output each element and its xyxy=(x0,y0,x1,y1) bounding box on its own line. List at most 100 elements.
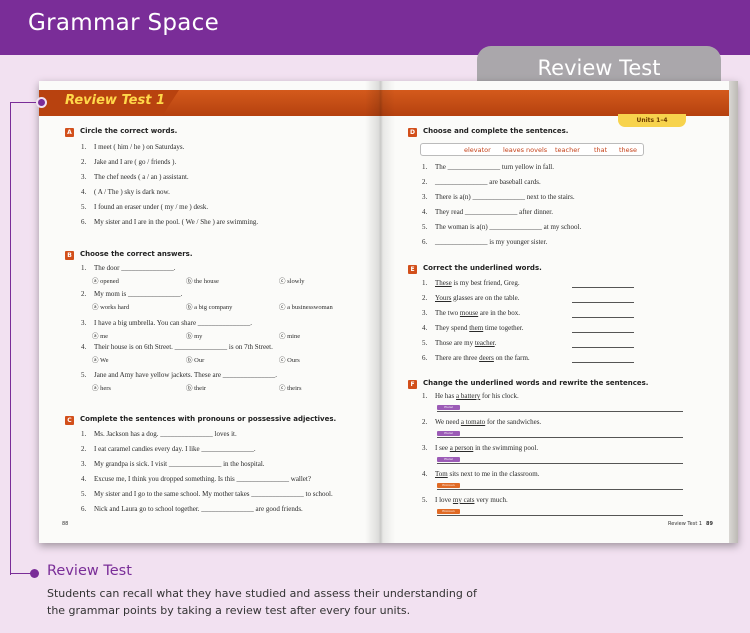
question-number: 4. xyxy=(81,188,87,196)
answer-option: ⓒ slowly xyxy=(279,278,305,285)
text-before: I love xyxy=(435,496,453,504)
text-after: on the farm. xyxy=(493,354,530,362)
answer-line xyxy=(572,302,634,303)
section-letter: A xyxy=(65,128,74,137)
question-number: 3. xyxy=(422,444,428,452)
question-number: 5. xyxy=(422,339,428,347)
connector-dot-top xyxy=(36,97,47,108)
section-letter: D xyxy=(408,128,417,137)
rewrite-line xyxy=(437,411,683,412)
answer-option: ⓑ a big company xyxy=(186,304,233,311)
question-number: 4. xyxy=(422,208,428,216)
question-item: 2. Jake and I are ( go / friends ). xyxy=(81,158,176,166)
question-item: 3. The chef needs ( a / an ) assistant. xyxy=(81,173,189,181)
question-text: There is a(n) _______________ next to th… xyxy=(435,193,575,201)
section-heading: F Change the underlined words and rewrite… xyxy=(408,379,648,389)
section-title: Choose the correct answers. xyxy=(80,250,193,258)
question-item: 6. Nick and Laura go to school together. … xyxy=(81,505,303,513)
right-page-number: 89 xyxy=(706,521,713,527)
rewrite-line xyxy=(437,515,683,516)
question-number: 2. xyxy=(81,445,87,453)
left-page: Review Test 1 A Circle the correct words.… xyxy=(39,81,380,543)
text-before: I see xyxy=(435,444,450,452)
question-item: 4. ( A / The ) sky is dark now. xyxy=(81,188,170,196)
question-text: I have a big umbrella. You can share ___… xyxy=(94,319,253,327)
section-title: Change the underlined words and rewrite … xyxy=(423,379,649,387)
underlined-word: teacher xyxy=(474,339,495,347)
connector-line xyxy=(10,102,41,575)
question-item: 5. Jane and Amy have yellow jackets. Thes… xyxy=(81,371,277,379)
question-text: The door _______________. xyxy=(94,264,176,272)
answer-line xyxy=(572,287,634,288)
question-item: 1. He has a battery for his clock. xyxy=(422,392,519,400)
question-text: They read _______________ after dinner. xyxy=(435,208,553,216)
underlined-word: Yours xyxy=(435,294,452,302)
question-text: ( A / The ) sky is dark now. xyxy=(94,188,170,196)
text-before: They spend xyxy=(435,324,470,332)
answer-option: ⓐ me xyxy=(92,333,109,340)
text-after: . xyxy=(494,339,497,347)
question-number: 6. xyxy=(422,238,428,246)
question-number: 1. xyxy=(422,163,428,171)
answer-option: ⓐ works hard xyxy=(92,304,130,311)
question-text: There are three deers on the farm. xyxy=(435,354,530,362)
rewrite-line xyxy=(437,463,683,464)
question-text: I love my cats very much. xyxy=(435,496,508,504)
section-heading: B Choose the correct answers. xyxy=(65,250,193,260)
answer-option: ⓒ Ours xyxy=(279,357,300,364)
question-text: The chef needs ( a / an ) assistant. xyxy=(94,173,189,181)
answer-line xyxy=(572,347,634,348)
right-title-bar xyxy=(380,90,738,116)
question-item: 3. The two mouse are in the box. xyxy=(422,309,520,317)
question-number: 1. xyxy=(81,264,87,272)
question-item: 2. I eat caramel candies every day. I lik… xyxy=(81,445,256,453)
question-text: The woman is a(n) _______________ at my … xyxy=(435,223,582,231)
underlined-word: deers xyxy=(479,354,494,362)
question-number: 4. xyxy=(81,343,87,351)
text-before: The two xyxy=(435,309,460,317)
question-item: 3. My grandpa is sick. I visit __________… xyxy=(81,460,265,468)
section-letter: B xyxy=(65,251,74,260)
question-text: I see a person in the swimming pool. xyxy=(435,444,538,452)
question-number: 5. xyxy=(81,490,87,498)
word-bank-word: these xyxy=(619,146,638,154)
answer-option: ⓒ theirs xyxy=(279,385,302,392)
question-item: 5. My sister and I go to the same school.… xyxy=(81,490,333,498)
underlined-word: These xyxy=(435,279,452,287)
word-bank-word: elevator xyxy=(464,146,491,154)
answer-option: ⓐ opened xyxy=(92,278,119,285)
question-number: 6. xyxy=(422,354,428,362)
answer-option: ⓑ the house xyxy=(186,278,219,285)
connector-dot-bottom xyxy=(30,569,39,578)
question-item: 2. Yours glasses are on the table. xyxy=(422,294,519,302)
right-page-label: Review Test 1 xyxy=(668,521,703,527)
question-text: I meet ( him / he ) on Saturdays. xyxy=(94,143,185,151)
question-text: He has a battery for his clock. xyxy=(435,392,519,400)
question-number: 3. xyxy=(81,460,87,468)
section-letter: F xyxy=(408,380,417,389)
answer-line xyxy=(572,362,634,363)
question-number: 3. xyxy=(422,193,428,201)
page-edges xyxy=(729,81,738,543)
question-item: 5. Those are my teacher. xyxy=(422,339,496,347)
text-after: time together. xyxy=(483,324,524,332)
question-number: 1. xyxy=(422,392,428,400)
hint-badge: Pronoun xyxy=(437,509,460,514)
question-item: 2. My mom is _______________. xyxy=(81,290,182,298)
question-number: 4. xyxy=(422,470,428,478)
question-item: 5. The woman is a(n) _______________ at m… xyxy=(422,223,581,231)
section-heading: C Complete the sentences with pronouns or… xyxy=(65,415,336,425)
question-item: 6. My sister and I are in the pool. ( We … xyxy=(81,218,258,226)
question-text: My sister and I go to the same school. M… xyxy=(94,490,333,498)
underlined-word: Tom xyxy=(435,470,448,478)
question-number: 2. xyxy=(422,178,428,186)
header-title: Grammar Space xyxy=(28,10,220,36)
section-heading: E Correct the underlined words. xyxy=(408,264,542,274)
answer-option: ⓒ mine xyxy=(279,333,301,340)
text-after: very much. xyxy=(474,496,508,504)
underlined-word: a battery xyxy=(456,392,481,400)
question-item: 6. _______________ is my younger sister. xyxy=(422,238,547,246)
text-after: glasses are on the table. xyxy=(451,294,520,302)
question-text: _______________ is my younger sister. xyxy=(435,238,548,246)
question-text: Ms. Jackson has a dog. _______________ l… xyxy=(94,430,237,438)
